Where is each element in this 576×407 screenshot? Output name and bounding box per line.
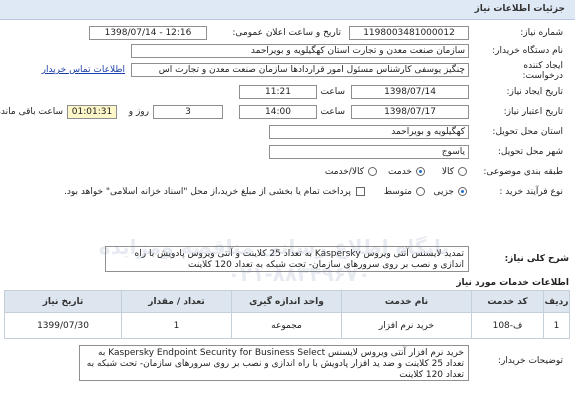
category-label: طبقه بندی موضوعی:	[484, 167, 564, 177]
table-row[interactable]: 1 ف-108 خرید نرم افزار مجموعه 1 1399/07/…	[5, 312, 571, 339]
announce-label: تاریخ و ساعت اعلان عمومی:	[233, 28, 342, 38]
deadline-label: تاریخ اعتبار نیاز:	[504, 107, 564, 117]
cell-unit: مجموعه	[232, 312, 343, 339]
services-table: ردیف کد خدمت نام خدمت واحد اندازه گیری ت…	[5, 290, 571, 339]
purchase-option-medium: متوسط	[384, 187, 413, 197]
purchase-radio-minor[interactable]	[459, 187, 468, 196]
buyer-notes-label: توضیحات خریدار:	[498, 356, 564, 366]
services-section-title: اطلاعات خدمات مورد نیاز	[457, 278, 570, 288]
need-details-form: شماره نیاز: 1198003481000012 تاریخ و ساع…	[0, 22, 576, 244]
remaining-days-field[interactable]: 3	[154, 105, 224, 119]
creation-time-field[interactable]: 11:21	[240, 85, 318, 99]
days-label: روز و	[129, 107, 150, 117]
buyer-label: نام دستگاه خریدار:	[493, 46, 564, 56]
purchase-option-minor: جزیی	[434, 187, 455, 197]
cell-quantity: 1	[122, 312, 233, 339]
province-field[interactable]: کهگیلویه و بویراحمد	[270, 125, 470, 139]
need-number-field[interactable]: 1198003481000012	[350, 26, 470, 40]
col-row: ردیف	[544, 290, 571, 313]
need-number-label: شماره نیاز:	[521, 28, 564, 38]
category-radio-both[interactable]	[369, 167, 378, 176]
creator-field[interactable]: چنگیز یوسفی کارشناس مسئول امور قراردادها…	[132, 63, 470, 77]
category-option-both: کالا/خدمت	[325, 167, 365, 177]
col-service-code: کد خدمت	[472, 290, 545, 313]
city-field[interactable]: یاسوج	[270, 145, 470, 159]
remaining-time-field: 01:01:31	[68, 105, 118, 119]
cell-service-code: ف-108	[472, 312, 545, 339]
col-service-name: نام خدمت	[342, 290, 473, 313]
creator-label: ایجاد کننده درخواست:	[523, 61, 564, 81]
city-label: شهر محل تحویل:	[498, 147, 564, 157]
purchase-radio-medium[interactable]	[417, 187, 426, 196]
page-header: جزئیات اطلاعات نیاز	[0, 0, 576, 20]
deadline-date-field[interactable]: 1398/07/17	[352, 105, 470, 119]
treasury-bonds-checkbox[interactable]	[357, 187, 366, 196]
cell-row: 1	[544, 312, 571, 339]
province-label: استان محل تحویل:	[493, 127, 564, 137]
creation-date-label: تاریخ ایجاد نیاز:	[507, 87, 564, 97]
category-option-goods: کالا	[442, 167, 455, 177]
category-radio-service[interactable]	[417, 167, 426, 176]
cell-service-name: خرید نرم افزار	[342, 312, 473, 339]
payment-note: پرداخت تمام یا بخشی از مبلغ خرید،از محل …	[64, 187, 352, 197]
table-header-row: ردیف کد خدمت نام خدمت واحد اندازه گیری ت…	[5, 290, 571, 313]
creation-date-field[interactable]: 1398/07/14	[352, 85, 470, 99]
col-unit: واحد اندازه گیری	[232, 290, 343, 313]
category-radio-goods[interactable]	[459, 167, 468, 176]
deadline-time-label: ساعت	[321, 107, 347, 117]
buyer-contact-link[interactable]: اطلاعات تماس خریدار	[43, 65, 126, 75]
purchase-type-label: نوع فرآیند خرید :	[500, 187, 564, 197]
col-quantity: تعداد / مقدار	[122, 290, 233, 313]
col-need-date: تاریخ نیاز	[5, 290, 123, 313]
creation-time-label: ساعت	[321, 87, 347, 97]
summary-text: تمدید لایسنس آنتی ویروس Kaspersky به تعد…	[106, 246, 470, 272]
buyer-field[interactable]: سازمان صنعت معدن و تجارت استان کهگیلویه …	[132, 44, 470, 58]
remaining-label: ساعت باقی مانده	[0, 107, 64, 117]
buyer-notes-text: خرید نرم افزار آنتی ویروس لایسنس Kaspers…	[80, 345, 470, 381]
page-title: جزئیات اطلاعات نیاز	[475, 4, 566, 14]
cell-need-date: 1399/07/30	[5, 312, 123, 339]
category-option-service: خدمت	[389, 167, 413, 177]
summary-label: شرح کلی نیاز:	[505, 254, 570, 264]
announce-field[interactable]: 1398/07/14 - 12:16	[90, 26, 208, 40]
deadline-time-field[interactable]: 14:00	[240, 105, 318, 119]
